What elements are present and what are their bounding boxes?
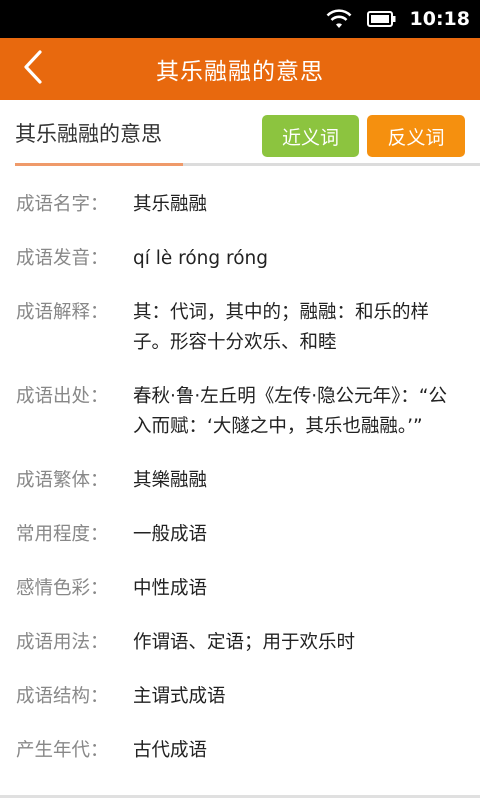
detail-value: 中性成语 <box>133 578 208 599</box>
detail-row: 成语用法： 作谓语、定语；用于欢乐时 <box>0 628 480 658</box>
detail-label: 成语名字： <box>16 194 109 215</box>
detail-row: 成语发音： qí lè róng róng <box>0 244 480 274</box>
detail-label: 成语解释： <box>16 302 109 323</box>
detail-row: 产生年代： 古代成语 <box>0 736 480 766</box>
antonym-button[interactable]: 反义词 <box>367 115 465 157</box>
details-list: 成语名字： 其乐融融 成语发音： qí lè róng róng 成语解释： 其… <box>0 166 480 766</box>
chevron-left-icon <box>22 49 44 89</box>
detail-label: 产生年代： <box>16 740 109 761</box>
detail-value: 其樂融融 <box>133 470 208 491</box>
synonym-button[interactable]: 近义词 <box>262 115 359 157</box>
status-bar: 10:18 <box>0 0 480 38</box>
detail-label: 成语出处： <box>16 386 109 407</box>
detail-row: 成语出处： 春秋·鲁·左丘明《左传·隐公元年》：“公入而赋：‘大隧之中，其乐也融… <box>0 382 480 442</box>
status-time: 10:18 <box>409 8 470 30</box>
detail-label: 成语发音： <box>16 248 109 269</box>
bottom-divider <box>0 795 480 798</box>
detail-value: qí lè róng róng <box>133 248 269 269</box>
idiom-title: 其乐融融的意思 <box>15 122 162 146</box>
detail-row: 成语名字： 其乐融融 <box>0 190 480 220</box>
detail-value: 春秋·鲁·左丘明《左传·隐公元年》：“公入而赋：‘大隧之中，其乐也融融。’” <box>133 386 447 437</box>
detail-label: 成语结构： <box>16 686 109 707</box>
detail-value: 作谓语、定语；用于欢乐时 <box>133 632 356 653</box>
detail-value: 其乐融融 <box>133 194 208 215</box>
detail-value: 一般成语 <box>133 524 208 545</box>
detail-value: 其：代词，其中的；融融：和乐的样子。形容十分欢乐、和睦 <box>133 302 430 353</box>
battery-icon <box>366 11 396 27</box>
back-button[interactable] <box>10 38 56 100</box>
wifi-icon <box>326 8 352 30</box>
header-row: 其乐融融的意思 近义词 反义词 <box>0 100 480 166</box>
detail-value: 古代成语 <box>133 740 208 761</box>
detail-row: 常用程度： 一般成语 <box>0 520 480 550</box>
detail-label: 成语繁体： <box>16 470 109 491</box>
page-title: 其乐融融的意思 <box>156 59 324 85</box>
app-bar: 其乐融融的意思 <box>0 38 480 100</box>
active-tab-indicator <box>15 163 183 166</box>
detail-value: 主谓式成语 <box>133 686 226 707</box>
detail-row: 成语解释： 其：代词，其中的；融融：和乐的样子。形容十分欢乐、和睦 <box>0 298 480 358</box>
detail-label: 成语用法： <box>16 632 109 653</box>
detail-label: 感情色彩： <box>16 578 109 599</box>
detail-row: 成语繁体： 其樂融融 <box>0 466 480 496</box>
detail-label: 常用程度： <box>16 524 109 545</box>
detail-row: 感情色彩： 中性成语 <box>0 574 480 604</box>
detail-row: 成语结构： 主谓式成语 <box>0 682 480 712</box>
